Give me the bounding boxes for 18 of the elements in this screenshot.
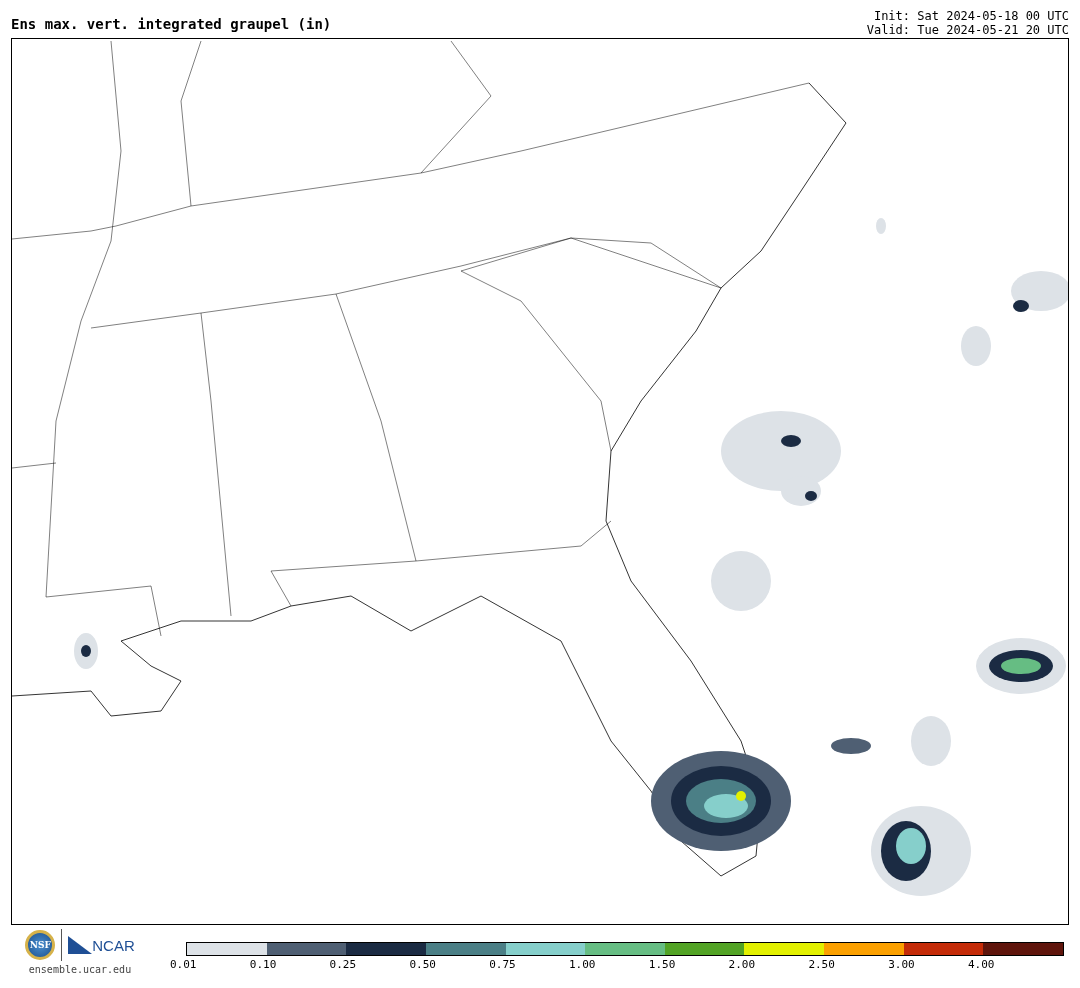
legend-label: 0.01 <box>170 957 198 971</box>
logo-text: NCAR <box>92 936 135 954</box>
legend-label: 2.00 <box>728 957 757 971</box>
legend-label: 0.75 <box>489 957 517 971</box>
init-time: Init: Sat 2024-05-18 00 UTC <box>873 9 1069 23</box>
legend-label: 0.25 <box>329 957 358 971</box>
legend-label: 0.50 <box>409 957 437 971</box>
legend-label: 1.50 <box>648 957 677 971</box>
legend-label: 2.50 <box>808 957 836 971</box>
legend-label: 1.00 <box>569 957 597 971</box>
wave-logo-icon <box>68 936 93 954</box>
site-url: ensemble.ucar.edu <box>28 964 132 975</box>
chart-title: Ens max. vert. integrated graupel (in) <box>11 16 332 34</box>
legend-label: 3.00 <box>888 957 916 971</box>
legend-label: 0.10 <box>249 957 278 971</box>
valid-time: Valid: Tue 2024-05-21 20 UTC <box>866 23 1069 37</box>
legend-label: 4.00 <box>967 957 996 971</box>
globe-logo: NSF <box>25 930 56 960</box>
